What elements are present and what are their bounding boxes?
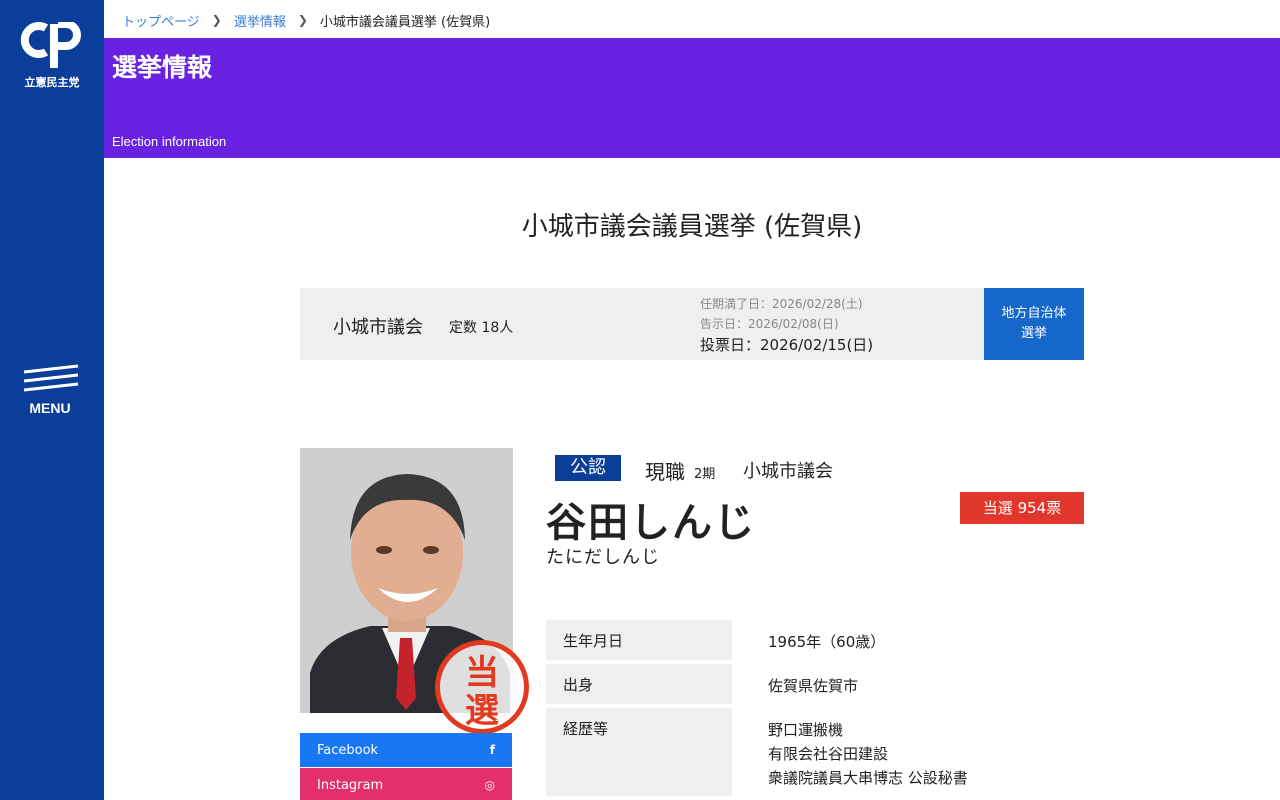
career-line: 有限会社谷田建設 (768, 745, 889, 763)
profile-value: 佐賀県佐賀市 (768, 677, 859, 695)
profile-row: 経歴等 野口運搬機 有限会社谷田建設 衆議院議員大串博志 公設秘書 (546, 708, 1084, 800)
hamburger-icon (23, 364, 79, 392)
profile-key: 生年月日 (546, 620, 732, 660)
term-end-date: 任期満了日：2026/02/28(土) (700, 297, 863, 311)
menu-label: MENU (29, 400, 71, 416)
chevron-right-icon: ❯ (297, 13, 308, 27)
profile-key: 出身 (546, 664, 732, 704)
elected-stamp: 当 選 (435, 640, 529, 734)
incumbent-status: 現職 (645, 460, 685, 484)
council-name: 小城市議会 (333, 317, 423, 338)
local-election-button[interactable]: 地方自治体 選挙 (984, 288, 1084, 360)
profile-key: 経歴等 (546, 708, 732, 796)
facebook-icon: f (489, 743, 495, 757)
career-line: 衆議院議員大串博志 公設秘書 (768, 769, 968, 787)
endorsement-badge: 公認 (555, 455, 621, 481)
election-dates: 任期満了日：2026/02/28(土) 告示日：2026/02/08(日) 投票… (700, 294, 873, 356)
instagram-icon: ◎ (484, 778, 495, 792)
breadcrumb: トップページ ❯ 選挙情報 ❯ 小城市議会議員選挙 (佐賀県) (122, 10, 490, 30)
career-line: 野口運搬機 (768, 721, 844, 739)
profile-value: 野口運搬機 有限会社谷田建設 衆議院議員大串博志 公設秘書 (732, 708, 1084, 800)
profile-table: 生年月日 1965年（60歳） 出身 佐賀県佐賀市 経歴等 野口運搬機 有限会社… (546, 620, 1084, 800)
result-badge: 当選 954票 (960, 492, 1084, 524)
facebook-link[interactable]: Facebook f (300, 733, 512, 767)
term-count: 2期 (694, 467, 716, 482)
cdp-logo-icon (20, 20, 81, 68)
page-title: 小城市議会議員選挙 (佐賀県) (521, 212, 863, 242)
facebook-label: Facebook (317, 742, 379, 758)
menu-button[interactable]: MENU (22, 364, 82, 420)
breadcrumb-top[interactable]: トップページ (122, 11, 200, 30)
candidate-council: 小城市議会 (743, 461, 833, 482)
instagram-label: Instagram (317, 777, 384, 793)
profile-value: 1965年（60歳） (768, 633, 886, 651)
candidate-name: 谷田しんじ (546, 500, 756, 546)
party-logo[interactable]: 立憲民主党 (20, 20, 84, 90)
candidate-name-kana: たにだしんじ (546, 547, 660, 568)
breadcrumb-current: 小城市議会議員選挙 (佐賀県) (319, 14, 491, 30)
sidebar: 立憲民主党 MENU (0, 0, 104, 800)
party-name: 立憲民主党 (24, 76, 80, 89)
section-subtitle: Election information (112, 134, 227, 149)
breadcrumb-election[interactable]: 選挙情報 (234, 11, 286, 30)
profile-row: 生年月日 1965年（60歳） (546, 620, 1084, 660)
seat-count: 定数 18人 (449, 320, 514, 336)
election-info: 小城市議会 定数 18人 任期満了日：2026/02/28(土) 告示日：202… (300, 288, 1084, 360)
section-header: 選挙情報 Election information (104, 38, 1280, 158)
profile-row: 出身 佐賀県佐賀市 (546, 664, 1084, 704)
chevron-right-icon: ❯ (211, 13, 222, 27)
section-title: 選挙情報 (112, 53, 213, 82)
announce-date: 告示日：2026/02/08(日) (700, 317, 839, 331)
stamp-char-2: 選 (465, 691, 499, 731)
instagram-link[interactable]: Instagram ◎ (300, 768, 512, 800)
voting-date: 投票日：2026/02/15(日) (700, 336, 874, 354)
